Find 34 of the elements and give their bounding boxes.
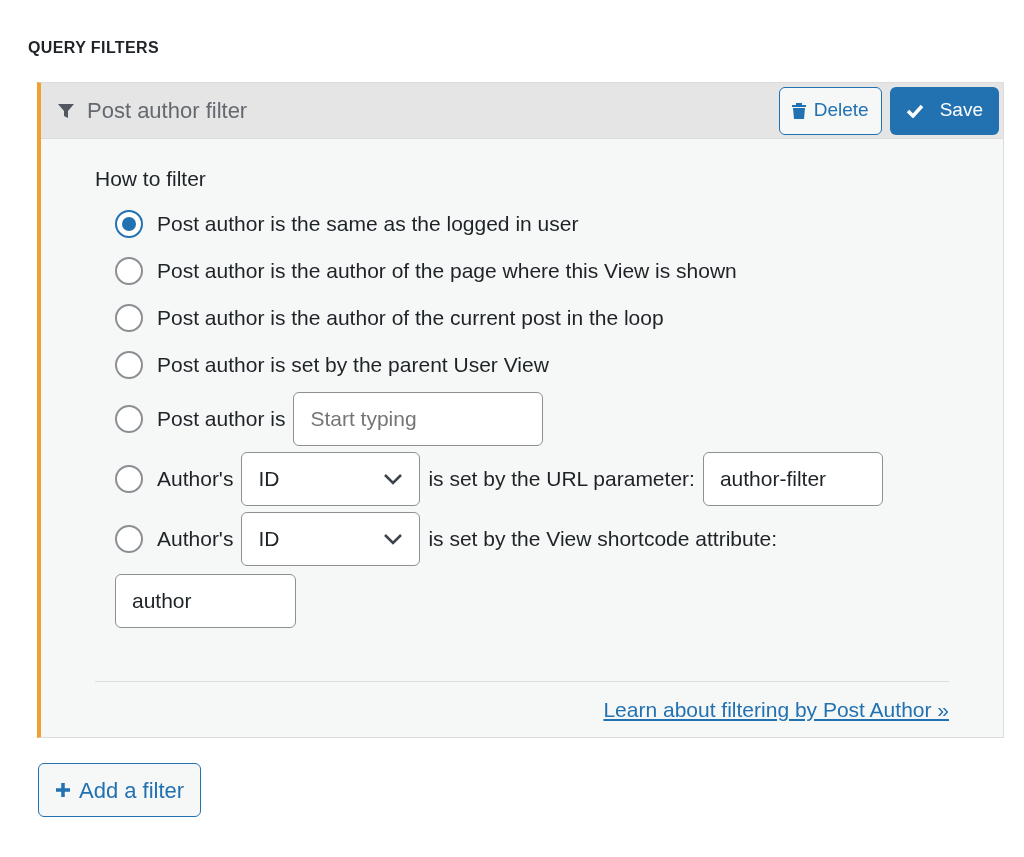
text-field[interactable]: author-filter bbox=[702, 451, 883, 506]
option-label: is set by the View shortcode attribute: bbox=[428, 525, 778, 552]
option-label: is set by the URL parameter: bbox=[428, 465, 695, 492]
radio-button[interactable] bbox=[115, 524, 143, 553]
radio-button[interactable] bbox=[115, 257, 143, 285]
text-field[interactable]: Start typing bbox=[293, 391, 544, 446]
dropdown[interactable]: ID bbox=[241, 451, 421, 506]
radio-button[interactable] bbox=[115, 404, 143, 433]
option-label: Author's bbox=[157, 525, 234, 552]
option-label: Author's bbox=[157, 465, 234, 492]
option-label: Post author is the same as the logged in user bbox=[157, 211, 579, 238]
section-heading: How to filter bbox=[95, 166, 207, 192]
delete-button[interactable]: Delete bbox=[778, 86, 882, 135]
radio-button[interactable] bbox=[115, 464, 143, 493]
radio-button[interactable] bbox=[115, 304, 143, 332]
text-field[interactable]: author bbox=[115, 573, 296, 628]
option-label: Post author is the author of the page where this View is shown bbox=[157, 258, 737, 285]
section-title: QUERY FILTERS bbox=[28, 38, 161, 58]
trash-icon bbox=[791, 102, 806, 119]
check-icon bbox=[905, 103, 924, 118]
save-button[interactable]: Save bbox=[889, 86, 999, 135]
chevron-down-icon bbox=[383, 532, 404, 545]
chevron-down-icon bbox=[383, 472, 404, 485]
option-label: Post author is set by the parent User View bbox=[157, 352, 549, 379]
help-link[interactable]: Learn about filtering by Post Author » bbox=[603, 693, 949, 725]
dropdown[interactable]: ID bbox=[241, 511, 421, 566]
plus-icon bbox=[55, 782, 71, 798]
panel-title: Post author filter bbox=[87, 97, 248, 125]
filter-icon bbox=[57, 101, 75, 120]
option-label: Post author is the author of the current post in the loop bbox=[157, 305, 664, 332]
radio-button[interactable] bbox=[115, 351, 143, 379]
option-label: Post author is bbox=[157, 405, 286, 432]
radio-button[interactable] bbox=[115, 210, 143, 238]
add-filter-button[interactable]: Add a filter bbox=[38, 763, 202, 817]
